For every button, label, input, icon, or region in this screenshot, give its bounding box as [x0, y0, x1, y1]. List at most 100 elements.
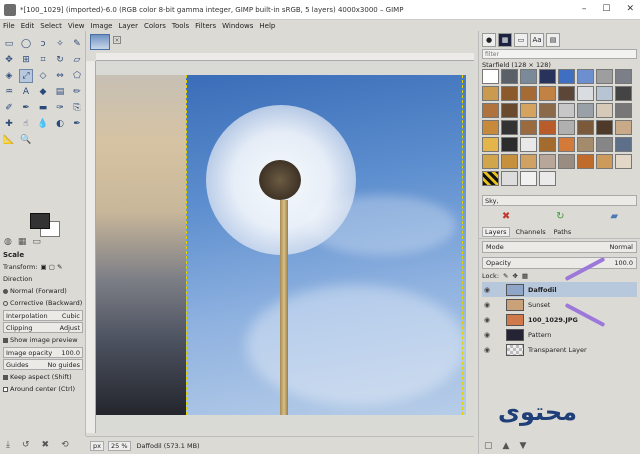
delete-options-icon[interactable]: ✖	[42, 440, 50, 450]
pattern-swatch[interactable]	[539, 154, 556, 169]
menu-windows[interactable]: Windows	[219, 22, 256, 30]
pattern-filter-input[interactable]: filter	[482, 49, 637, 59]
keep-aspect-checkbox[interactable]: Keep aspect (Shift)	[0, 371, 86, 383]
text-tool-icon[interactable]: A	[19, 85, 33, 99]
menu-tools[interactable]: Tools	[169, 22, 192, 30]
pattern-swatch[interactable]	[501, 69, 518, 84]
pattern-swatch[interactable]	[558, 154, 575, 169]
pattern-swatch[interactable]	[482, 137, 499, 152]
dodge-tool-icon[interactable]: ◐	[53, 117, 67, 131]
pattern-swatch[interactable]	[558, 103, 575, 118]
pattern-swatch[interactable]	[615, 137, 632, 152]
pattern-swatch[interactable]	[539, 120, 556, 135]
pattern-swatch[interactable]	[596, 86, 613, 101]
pencil-tool-icon[interactable]: ✐	[2, 101, 16, 115]
pattern-swatch[interactable]	[482, 103, 499, 118]
clone-tool-icon[interactable]: ⎘	[70, 101, 84, 115]
save-options-icon[interactable]: ⤓	[6, 440, 10, 450]
scale-tool-icon[interactable]: ⤢	[19, 69, 33, 83]
pattern-swatch[interactable]	[482, 69, 499, 84]
pattern-swatch[interactable]	[501, 103, 518, 118]
color-picker-tool-icon[interactable]: ✎	[70, 37, 84, 51]
pattern-preview-icon[interactable]: ▦	[18, 237, 27, 247]
layer-row[interactable]: ◉ 100_1029.JPG	[482, 312, 637, 327]
shear-tool-icon[interactable]: ▱	[70, 53, 84, 67]
layer-mode-select[interactable]: Mode Normal	[482, 241, 637, 253]
foreground-color-swatch[interactable]	[30, 213, 50, 229]
pattern-swatch[interactable]	[539, 86, 556, 101]
horizontal-ruler[interactable]	[96, 53, 474, 61]
direction-normal-radio[interactable]: Normal (Forward)	[0, 285, 86, 297]
airbrush-tool-icon[interactable]: ✒	[19, 101, 33, 115]
layer-opacity-slider[interactable]: Opacity 100.0	[482, 257, 637, 269]
raise-layer-icon[interactable]: ▲	[503, 441, 510, 451]
menu-layer[interactable]: Layer	[115, 22, 141, 30]
crop-tool-icon[interactable]: ⌗	[36, 53, 50, 67]
blur-tool-icon[interactable]: 💧	[36, 117, 50, 131]
tab-layers[interactable]: Layers	[482, 227, 510, 237]
image-opacity-slider[interactable]: Image opacity 100.0	[3, 347, 83, 358]
tab-channels[interactable]: Channels	[514, 228, 548, 236]
image-tab-thumbnail[interactable]	[90, 34, 110, 50]
direction-corrective-radio[interactable]: Corrective (Backward)	[0, 297, 86, 309]
layer-row[interactable]: ◉ Transparent Layer	[482, 342, 637, 357]
menu-view[interactable]: View	[65, 22, 88, 30]
menu-colors[interactable]: Colors	[141, 22, 169, 30]
pattern-swatch[interactable]	[501, 137, 518, 152]
new-layer-icon[interactable]: ▢	[484, 441, 493, 451]
patterns-tab-icon[interactable]: ▦	[498, 33, 512, 47]
visibility-eye-icon[interactable]: ◉	[482, 331, 492, 339]
align-tool-icon[interactable]: ⊞	[19, 53, 33, 67]
pattern-swatch[interactable]	[596, 103, 613, 118]
pattern-swatch[interactable]	[539, 171, 556, 186]
document-history-tab-icon[interactable]: ▤	[546, 33, 560, 47]
pattern-swatch[interactable]	[596, 137, 613, 152]
menu-filters[interactable]: Filters	[192, 22, 219, 30]
pattern-swatch[interactable]	[577, 103, 594, 118]
pattern-swatch[interactable]	[501, 120, 518, 135]
pattern-swatch[interactable]	[558, 69, 575, 84]
fuzzy-select-tool-icon[interactable]: ✧	[53, 37, 67, 51]
layer-row[interactable]: ◉ Sunset	[482, 297, 637, 312]
fonts-tab-icon[interactable]: Aa	[530, 33, 544, 47]
bucket-fill-tool-icon[interactable]: ◆	[36, 85, 50, 99]
rect-select-tool-icon[interactable]: ▭	[2, 37, 16, 51]
pattern-swatch[interactable]	[520, 103, 537, 118]
interpolation-select[interactable]: Interpolation Cubic	[3, 310, 83, 321]
menu-edit[interactable]: Edit	[18, 22, 38, 30]
pattern-swatch[interactable]	[558, 86, 575, 101]
brushes-tab-icon[interactable]: ●	[482, 33, 496, 47]
menu-image[interactable]: Image	[88, 22, 116, 30]
gradients-tab-icon[interactable]: ▭	[514, 33, 528, 47]
pattern-swatch[interactable]	[596, 120, 613, 135]
visibility-eye-icon[interactable]: ◉	[482, 316, 492, 324]
measure-tool-icon[interactable]: 📐	[2, 133, 16, 147]
pattern-swatch[interactable]	[615, 86, 632, 101]
transform-tool-icon[interactable]: ◈	[2, 69, 16, 83]
eraser-tool-icon[interactable]: ▬	[36, 101, 50, 115]
menu-help[interactable]: Help	[256, 22, 278, 30]
pattern-swatch[interactable]	[558, 120, 575, 135]
pattern-swatch[interactable]	[615, 103, 632, 118]
pattern-swatch[interactable]	[482, 86, 499, 101]
lower-layer-icon[interactable]: ▼	[519, 441, 526, 451]
ink-tool-icon[interactable]: ✑	[53, 101, 67, 115]
smudge-tool-icon[interactable]: ☝	[19, 117, 33, 131]
minimize-button[interactable]: –	[582, 4, 587, 14]
unit-select[interactable]: px	[90, 440, 104, 451]
brush-preview-icon[interactable]: ◍	[4, 237, 12, 247]
zoom-select[interactable]: 25 %	[107, 440, 131, 451]
pattern-swatch[interactable]	[520, 120, 537, 135]
pattern-swatch[interactable]	[558, 137, 575, 152]
menu-select[interactable]: Select	[37, 22, 65, 30]
pattern-swatch[interactable]	[520, 154, 537, 169]
pattern-swatch[interactable]	[501, 154, 518, 169]
pattern-swatch[interactable]	[482, 154, 499, 169]
transform-layer-icon[interactable]: ▣ ▢ ✎	[41, 263, 63, 271]
vertical-ruler[interactable]	[86, 61, 96, 433]
delete-pattern-icon[interactable]: ✖	[502, 211, 510, 222]
pattern-swatch[interactable]	[482, 171, 499, 186]
pattern-swatch[interactable]	[596, 154, 613, 169]
image-tab-close-icon[interactable]: ×	[113, 36, 121, 44]
reset-options-icon[interactable]: ⟲	[61, 440, 69, 450]
